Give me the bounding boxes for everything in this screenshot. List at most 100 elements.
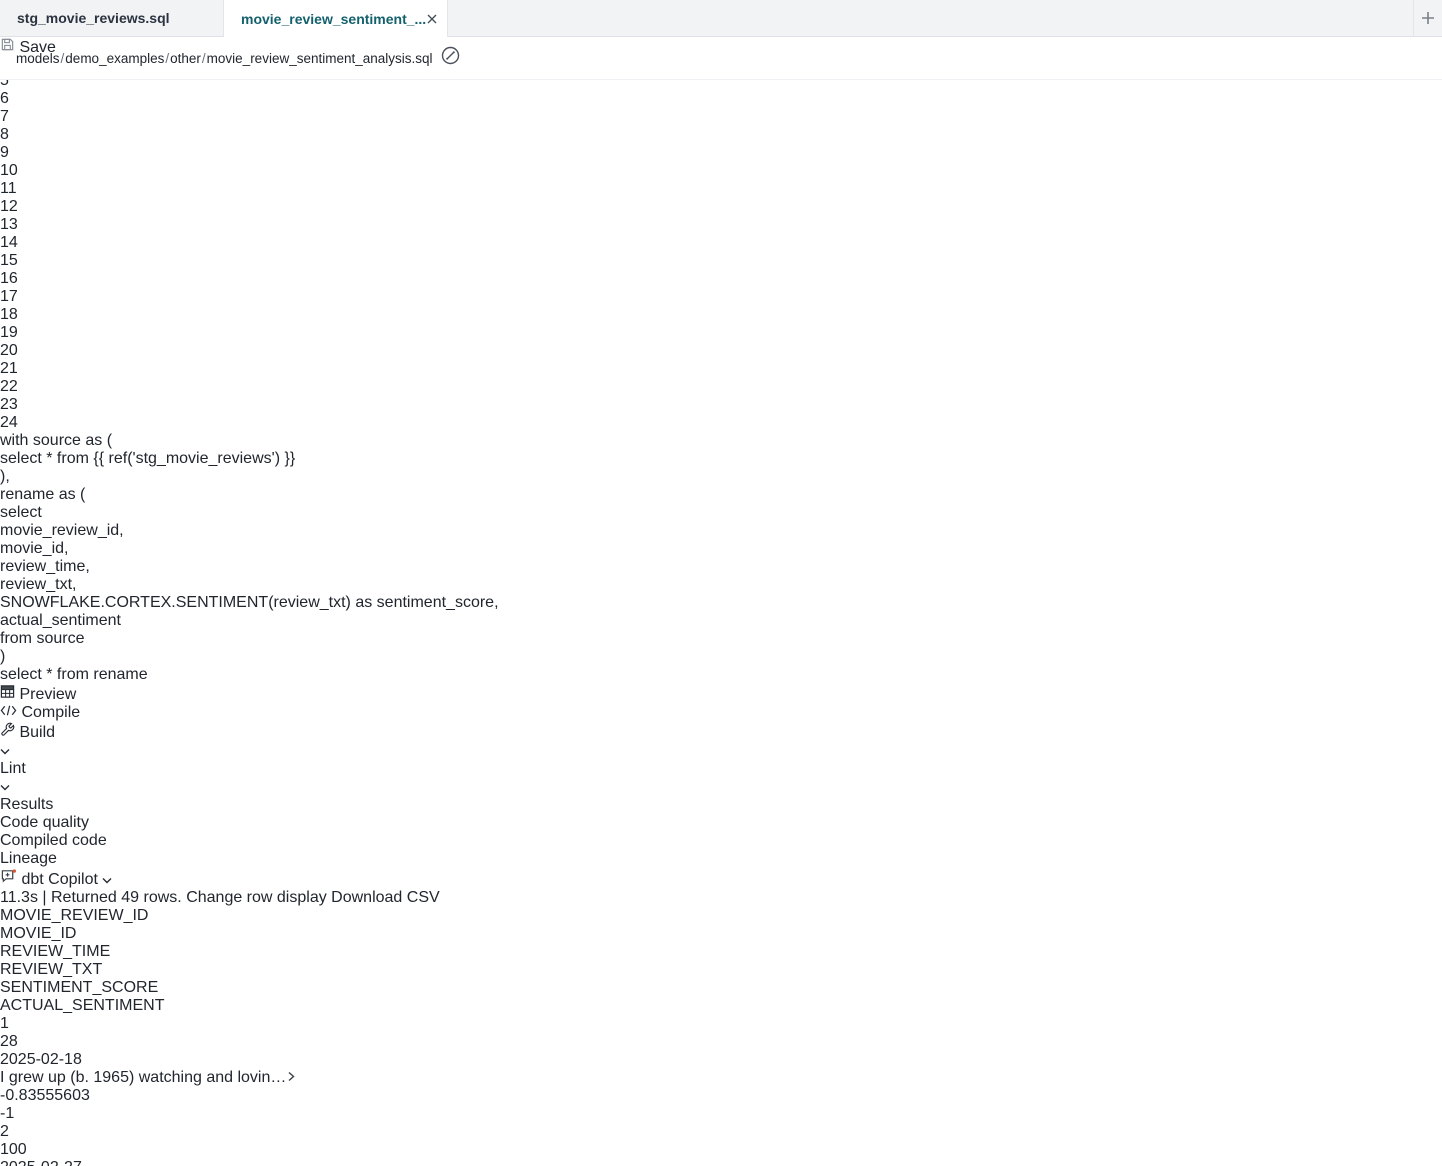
- cell-movie-id: 100: [0, 1141, 1442, 1159]
- code-line[interactable]: review_time,: [0, 558, 1442, 576]
- line-number: 8: [0, 126, 1442, 144]
- line-number: 10: [0, 162, 1442, 180]
- breadcrumb-segment[interactable]: models: [16, 51, 60, 66]
- plus-icon: [1421, 11, 1435, 25]
- save-icon: [0, 37, 15, 52]
- code-line[interactable]: ): [0, 648, 1442, 666]
- code-editor[interactable]: 123456789101112131415161718192021222324 …: [0, 0, 1442, 684]
- action-toolbar: Preview Compile Build Lint ResultsCode q…: [0, 684, 1442, 889]
- line-number: 7: [0, 108, 1442, 126]
- table-row: 21002025-02-27When I put this movie in m…: [0, 1123, 1442, 1166]
- tab-movie-review-sentiment-analysis[interactable]: movie_review_sentiment_...: [223, 0, 448, 37]
- table-header-row: MOVIE_REVIEW_IDMOVIE_IDREVIEW_TIMEREVIEW…: [0, 907, 1442, 1015]
- cell-review-time: 2025-02-27: [0, 1159, 1442, 1166]
- query-status-bar: 11.3s | Returned 49 rows. Change row dis…: [0, 889, 1442, 907]
- column-header: ACTUAL_SENTIMENT: [0, 997, 1442, 1015]
- table-row: 1282025-02-18I grew up (b. 1965) watchin…: [0, 1015, 1442, 1123]
- column-header: REVIEW_TIME: [0, 943, 1442, 961]
- copilot-label: dbt Copilot: [21, 871, 98, 888]
- results-table: MOVIE_REVIEW_IDMOVIE_IDREVIEW_TIMEREVIEW…: [0, 907, 1442, 1166]
- lint-split-button: Lint: [0, 760, 1442, 796]
- query-status: 11.3s | Returned 49 rows.: [0, 889, 182, 906]
- column-header: MOVIE_ID: [0, 925, 1442, 943]
- line-number: 24: [0, 414, 1442, 432]
- breadcrumb-segment[interactable]: demo_examples: [65, 51, 164, 66]
- tab-label: movie_review_sentiment_...: [241, 11, 426, 27]
- copilot-badge-icon[interactable]: [441, 46, 460, 70]
- build-dropdown-button[interactable]: [0, 742, 1442, 760]
- line-number: 6: [0, 90, 1442, 108]
- column-header: SENTIMENT_SCORE: [0, 979, 1442, 997]
- tab-lineage[interactable]: Lineage: [0, 850, 1442, 868]
- build-split-button: Build: [0, 722, 1442, 760]
- code-line[interactable]: select: [0, 504, 1442, 522]
- code-line[interactable]: movie_id,: [0, 540, 1442, 558]
- cell-actual-sentiment: -1: [0, 1105, 1442, 1123]
- line-number: 16: [0, 270, 1442, 288]
- lint-button[interactable]: Lint: [0, 760, 1442, 778]
- build-label: Build: [19, 724, 55, 741]
- review-text: I grew up (b. 1965) watching and lovin…: [0, 1069, 286, 1086]
- expand-review-button[interactable]: [286, 1069, 296, 1086]
- tab-results[interactable]: Results: [0, 796, 1442, 814]
- line-number: 13: [0, 216, 1442, 234]
- line-number: 19: [0, 324, 1442, 342]
- cell-review-txt: I grew up (b. 1965) watching and lovin…: [0, 1069, 1442, 1087]
- breadcrumb: models / demo_examples / other / movie_r…: [16, 51, 433, 66]
- code-line[interactable]: SNOWFLAKE.CORTEX.SENTIMENT(review_txt) a…: [0, 594, 1442, 612]
- line-number: 21: [0, 360, 1442, 378]
- code-line[interactable]: select * from {{ ref('stg_movie_reviews'…: [0, 450, 1442, 468]
- code-line[interactable]: rename as (: [0, 486, 1442, 504]
- chevron-down-icon: [102, 877, 112, 884]
- new-tab-button[interactable]: [1413, 0, 1442, 36]
- build-button[interactable]: Build: [0, 722, 1442, 742]
- column-header: MOVIE_REVIEW_ID: [0, 907, 1442, 925]
- line-number: 11: [0, 180, 1442, 198]
- dbt-copilot-button[interactable]: dbt Copilot: [0, 868, 1442, 889]
- code-lines[interactable]: with source as ( select * from {{ ref('s…: [0, 432, 1442, 684]
- chevron-right-icon: [286, 1071, 296, 1082]
- line-number: 14: [0, 234, 1442, 252]
- results-tabs: ResultsCode qualityCompiled codeLineage: [0, 796, 1442, 868]
- cell-movie-review-id: 2: [0, 1123, 1442, 1141]
- cell-review-time: 2025-02-18: [0, 1051, 1442, 1069]
- line-number: 17: [0, 288, 1442, 306]
- compile-button[interactable]: Compile: [0, 704, 1442, 722]
- table-body: 1282025-02-18I grew up (b. 1965) watchin…: [0, 1015, 1442, 1166]
- code-line[interactable]: movie_review_id,: [0, 522, 1442, 540]
- breadcrumb-segment[interactable]: movie_review_sentiment_analysis.sql: [207, 51, 433, 66]
- tab-code-quality[interactable]: Code quality: [0, 814, 1442, 832]
- cell-sentiment-score: -0.83555603: [0, 1087, 1442, 1105]
- line-number: 18: [0, 306, 1442, 324]
- tab-stg-movie-reviews[interactable]: stg_movie_reviews.sql: [0, 0, 223, 36]
- line-number: 20: [0, 342, 1442, 360]
- table-grid-icon: [0, 684, 15, 699]
- preview-button[interactable]: Preview: [0, 684, 1442, 704]
- line-number: 15: [0, 252, 1442, 270]
- change-row-display-link[interactable]: Change row display: [186, 889, 327, 906]
- editor-tab-bar: stg_movie_reviews.sql movie_review_senti…: [0, 0, 1442, 37]
- line-number: 9: [0, 144, 1442, 162]
- download-csv-link[interactable]: Download CSV: [331, 889, 440, 906]
- file-header: models / demo_examples / other / movie_r…: [0, 37, 1442, 80]
- lint-dropdown-button[interactable]: [0, 778, 1442, 796]
- line-number: 22: [0, 378, 1442, 396]
- line-number: 12: [0, 198, 1442, 216]
- breadcrumb-segment[interactable]: other: [170, 51, 201, 66]
- tab-compiled-code[interactable]: Compiled code: [0, 832, 1442, 850]
- code-line[interactable]: review_txt,: [0, 576, 1442, 594]
- lint-label: Lint: [0, 760, 26, 777]
- preview-label: Preview: [19, 686, 76, 703]
- column-header: REVIEW_TXT: [0, 961, 1442, 979]
- code-line[interactable]: from source: [0, 630, 1442, 648]
- code-line[interactable]: with source as (: [0, 432, 1442, 450]
- code-line[interactable]: select * from rename: [0, 666, 1442, 684]
- close-tab-icon[interactable]: [426, 10, 438, 28]
- code-line[interactable]: ),: [0, 468, 1442, 486]
- chat-sparkle-icon: [0, 868, 17, 884]
- tab-label: stg_movie_reviews.sql: [17, 10, 170, 26]
- line-number: 23: [0, 396, 1442, 414]
- chevron-down-icon: [0, 748, 10, 755]
- compile-label: Compile: [21, 704, 80, 721]
- code-line[interactable]: actual_sentiment: [0, 612, 1442, 630]
